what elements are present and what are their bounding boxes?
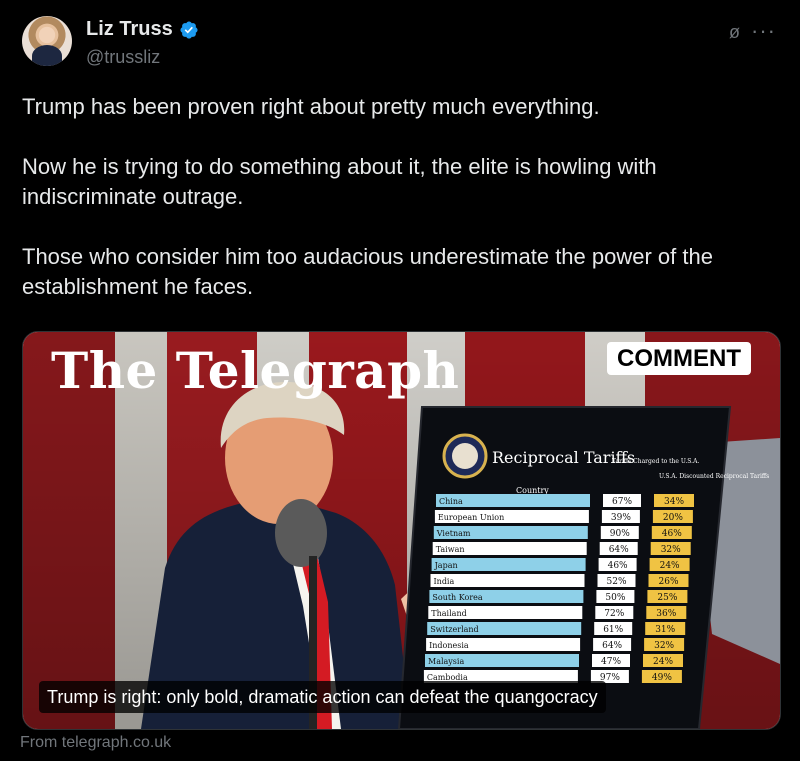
tariff-row: Indonesia 64% 32% [426,638,685,651]
tariff-charged: 64% [602,641,622,651]
tariff-reciprocal: 46% [662,529,682,539]
tariff-country: Indonesia [429,641,469,650]
tariff-country: Thailand [431,609,466,618]
tweet-header: Liz Truss @trussliz ø ··· [22,16,782,76]
link-source[interactable]: From telegraph.co.uk [20,734,171,752]
tariff-country: India [434,577,455,586]
avatar[interactable] [22,16,72,66]
author-row: Liz Truss [86,18,199,41]
author-handle[interactable]: @trussliz [86,47,160,68]
tariff-charged: 47% [601,657,621,667]
link-card-image[interactable]: Reciprocal Tariffs Country Tariffs Charg… [22,331,781,730]
author-name[interactable]: Liz Truss [86,18,173,41]
tariff-row: Malaysia 47% 24% [425,654,683,667]
tariff-country: China [439,497,463,506]
board-reciprocal-header: U.S.A. Discounted Reciprocal Tariffs [659,473,769,480]
tariff-row: Vietnam 90% 46% [433,526,692,539]
tariff-row: South Korea 50% 25% [429,590,688,603]
tariff-country: South Korea [432,593,482,602]
tariff-country: Taiwan [436,545,465,554]
tariff-reciprocal: 25% [657,593,677,603]
verified-badge-icon [180,20,198,39]
tariff-charged: 52% [607,577,627,587]
tariff-reciprocal: 20% [663,513,683,523]
grok-icon[interactable]: ø [729,22,740,43]
tariff-row: India 52% 26% [430,574,689,587]
tariff-reciprocal: 32% [661,545,681,555]
tariff-row: Thailand 72% 36% [428,606,687,619]
tariff-reciprocal: 26% [659,577,679,587]
tariff-reciprocal: 36% [656,609,676,619]
tariff-country: Switzerland [430,625,478,634]
tariff-country: European Union [438,513,504,522]
comment-badge: COMMENT [607,342,751,375]
tariff-row: Japan 46% 24% [431,558,690,571]
tariff-charged: 90% [610,529,630,539]
article-caption: Trump is right: only bold, dramatic acti… [39,681,606,713]
tariff-country: Malaysia [428,657,464,666]
tariff-charged: 61% [603,625,623,635]
tariff-reciprocal: 32% [654,641,674,651]
tariff-charged: 46% [608,561,628,571]
tariff-reciprocal: 24% [653,657,673,667]
tariff-reciprocal: 24% [660,561,680,571]
tariff-row: Taiwan 64% 32% [432,542,691,555]
tariff-row: Switzerland 61% 31% [427,622,686,635]
tariff-country: Vietnam [436,529,471,538]
tariff-charged: 50% [605,593,625,603]
tweet-text: Trump has been proven right about pretty… [22,94,713,299]
tariff-row: European Union 39% 20% [434,510,693,523]
tariff-reciprocal: 49% [652,673,672,683]
tariff-row: China 67% 34% [436,494,694,507]
tariff-charged: 67% [612,497,632,507]
board-charged-header: Tariffs Charged to the U.S.A. [612,458,699,465]
board-country-header: Country [516,486,549,495]
tariff-charged: 64% [609,545,629,555]
tariff-charged: 39% [611,513,631,523]
tariff-charged: 72% [604,609,624,619]
tariff-reciprocal: 31% [655,625,675,635]
tariff-country: Japan [434,561,458,570]
more-icon[interactable]: ··· [751,20,776,42]
tariff-reciprocal: 34% [664,497,684,507]
telegraph-masthead: The Telegraph [51,341,460,400]
